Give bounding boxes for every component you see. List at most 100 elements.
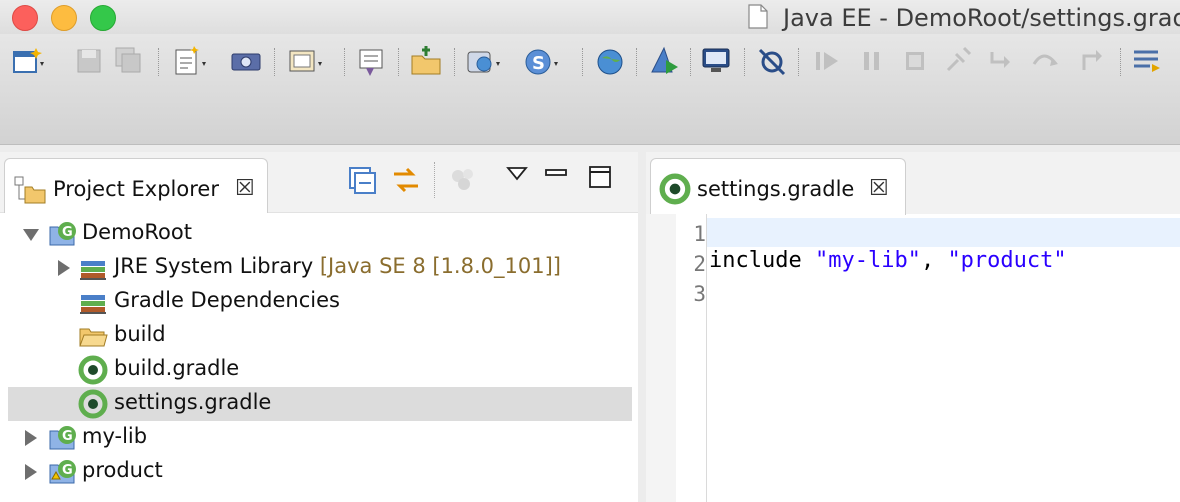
editor-tabbar: settings.gradle ☒ (646, 152, 1180, 215)
open-type-icon[interactable] (284, 42, 324, 80)
camera-icon[interactable] (226, 42, 266, 80)
code-string: "my-lib" (814, 248, 921, 273)
tree-item-jre-system-library[interactable]: JRE System Library [Java SE 8 [1.8.0_101… (8, 251, 632, 285)
svg-text:G: G (62, 463, 73, 478)
svg-text:G: G (62, 225, 73, 240)
line-number: 1 (693, 222, 706, 246)
minimize-view-icon[interactable] (544, 164, 568, 184)
expand-twisty-icon[interactable] (25, 430, 37, 446)
tree-item-my-lib[interactable]: G my-lib (8, 421, 632, 455)
tree-item-gradle-dependencies[interactable]: Gradle Dependencies (8, 285, 632, 319)
code-keyword: include (709, 248, 815, 273)
toolbar-separator (454, 48, 456, 76)
collapse-twisty-icon[interactable] (23, 229, 39, 241)
svg-text:S: S (532, 53, 545, 74)
tree-item-label: build (114, 322, 166, 346)
gradle-project-icon: G (49, 426, 76, 450)
toolbar-separator (744, 48, 746, 76)
tree-item-product[interactable]: G product (8, 455, 632, 489)
gradle-project-icon: G (49, 460, 76, 484)
close-window-button[interactable] (12, 5, 38, 31)
toolbar-separator (398, 48, 400, 76)
project-explorer-tabbar: Project Explorer ☒ (0, 152, 638, 213)
display-icon[interactable] (696, 42, 736, 80)
tab-label: settings.gradle (697, 177, 855, 201)
tree-item-settings-gradle[interactable]: settings.gradle (8, 387, 632, 421)
tree-item-label: Gradle Dependencies (114, 288, 340, 312)
toolbar-separator (636, 48, 638, 76)
tree-item-label: my-lib (82, 424, 148, 448)
gradle-file-icon (78, 389, 108, 419)
title-bar: Java EE - DemoRoot/settings.gradle (0, 0, 1180, 34)
code-line[interactable]: include "my-lib", "product" (709, 248, 1067, 273)
tree-item-label: DemoRoot (82, 220, 192, 244)
web-browser-icon[interactable] (590, 42, 630, 80)
step-into-icon[interactable] (982, 42, 1022, 80)
window-title: Java EE - DemoRoot/settings.gradle (783, 4, 1180, 32)
run-with-coverage-icon[interactable] (644, 42, 684, 80)
library-icon (80, 261, 106, 280)
library-icon (80, 295, 106, 314)
tree-item-demoroot[interactable]: G DemoRoot (8, 217, 632, 251)
task-list-icon[interactable] (1128, 42, 1168, 80)
skip-breakpoints-icon[interactable] (752, 42, 792, 80)
close-tab-icon[interactable]: ☒ (235, 175, 255, 201)
minimize-window-button[interactable] (51, 5, 77, 31)
new-spring-icon[interactable]: S (520, 42, 560, 80)
tree-item-label: build.gradle (114, 356, 240, 380)
tab-label: Project Explorer (53, 177, 219, 201)
line-number-ruler: 1 2 3 (676, 214, 707, 502)
tab-project-explorer[interactable]: Project Explorer ☒ (4, 158, 268, 213)
focus-on-active-task-icon[interactable] (448, 164, 480, 196)
project-explorer-view: Project Explorer ☒ G DemoRoot JRE System… (0, 152, 638, 502)
project-explorer-icon (14, 176, 46, 204)
tree-item-build-folder[interactable]: build (8, 319, 632, 353)
gradle-project-icon: G (49, 222, 76, 246)
annotation-ruler (646, 214, 676, 502)
terminate-icon[interactable] (896, 42, 936, 80)
toolbar-separator (344, 48, 346, 76)
new-wizard-icon[interactable] (8, 42, 48, 80)
line-number: 3 (693, 282, 706, 306)
current-line-highlight (707, 218, 1180, 247)
code-separator: , (920, 248, 948, 273)
code-string: "product" (947, 248, 1067, 273)
new-server-icon[interactable] (462, 42, 502, 80)
resume-icon[interactable] (808, 42, 848, 80)
jre-version-decoration: [Java SE 8 [1.8.0_101]] (319, 254, 561, 278)
expand-twisty-icon[interactable] (25, 464, 37, 480)
new-file-icon[interactable] (168, 42, 208, 80)
line-number: 2 (693, 252, 706, 276)
gradle-file-icon (78, 355, 108, 385)
maximize-window-button[interactable] (90, 5, 116, 31)
maximize-view-icon[interactable] (588, 164, 612, 190)
editor-area: settings.gradle ☒ 1 2 3 include "my-lib"… (646, 152, 1180, 502)
toolbar-separator (158, 48, 160, 76)
toolbar-separator (582, 48, 584, 76)
step-over-icon[interactable] (1026, 42, 1066, 80)
close-tab-icon[interactable]: ☒ (869, 175, 889, 201)
svg-text:G: G (62, 429, 73, 444)
step-return-icon[interactable] (1072, 42, 1112, 80)
view-menu-icon[interactable] (506, 166, 528, 182)
collapse-all-icon[interactable] (346, 164, 378, 196)
disconnect-icon[interactable] (938, 42, 978, 80)
save-all-icon[interactable] (110, 42, 150, 80)
folder-icon (79, 328, 108, 347)
open-perspective-icon[interactable] (406, 42, 446, 80)
document-icon (748, 4, 768, 29)
view-toolbar-separator (434, 162, 436, 198)
tree-item-build-gradle[interactable]: build.gradle (8, 353, 632, 387)
toolbar-separator (1120, 48, 1122, 76)
tree-item-label: JRE System Library (114, 254, 314, 278)
main-toolbar: S (0, 34, 1180, 145)
expand-twisty-icon[interactable] (58, 260, 70, 276)
gradle-file-icon (659, 173, 691, 205)
suspend-icon[interactable] (852, 42, 892, 80)
save-icon[interactable] (70, 42, 110, 80)
tree-item-label: product (82, 458, 163, 482)
link-with-editor-icon[interactable] (390, 164, 422, 196)
open-task-icon[interactable] (352, 42, 392, 80)
tab-settings-gradle[interactable]: settings.gradle ☒ (650, 158, 906, 215)
toolbar-separator (798, 48, 800, 76)
